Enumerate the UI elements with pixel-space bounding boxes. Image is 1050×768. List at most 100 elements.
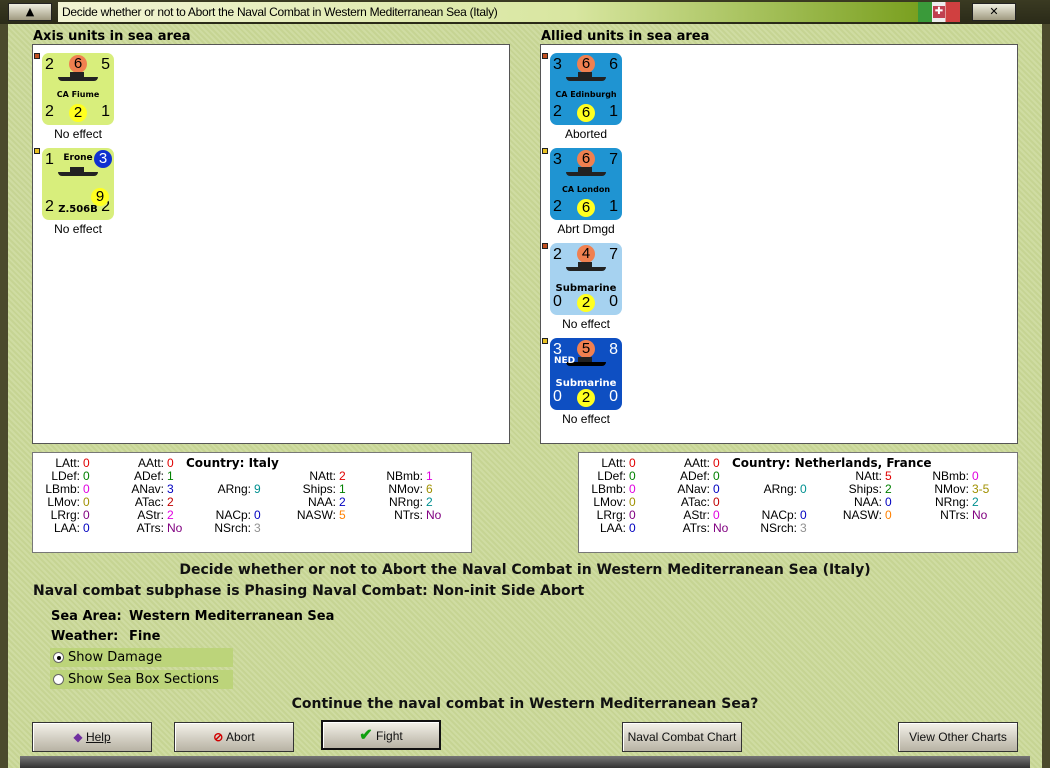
radio-icon [53, 674, 64, 685]
close-button[interactable]: ✕ [972, 3, 1016, 21]
unit-counter[interactable]: 3 7 2 1 6 6 CA London [550, 148, 622, 220]
stat-label: NAA: [853, 495, 882, 509]
unit-counter[interactable]: 2 5 2 1 6 2 CA Fiume [42, 53, 114, 125]
stat-item: ATrs: No [650, 521, 729, 535]
unit-marker-icon [542, 243, 548, 249]
counter-value-tl: 2 [45, 56, 54, 73]
stat-value: 3 [800, 521, 807, 535]
unit-counter-item[interactable]: 1 2 2 3 9 Z.506B Erone No effect [33, 148, 123, 236]
unit-counter[interactable]: 3 6 2 1 6 6 CA Edinburgh [550, 53, 622, 125]
stat-item: LAA: 0 [566, 521, 636, 535]
counter-value-br: 0 [609, 293, 618, 310]
stat-item: NAtt: 5 [822, 469, 891, 483]
stat-item: NRng: 2 [909, 495, 979, 509]
stat-item: LAtt: 0 [20, 456, 89, 470]
unit-name: Submarine [555, 378, 617, 389]
axis-header: Axis units in sea area [33, 29, 191, 44]
stat-item: NMov: 3-5 [909, 482, 989, 496]
unit-counter-item[interactable]: 3 7 2 1 6 6 CA London Abrt Dmgd [541, 148, 631, 236]
unit-counter-item[interactable]: 3 8 0 0 5 2 Submarine NED No effect [541, 338, 631, 426]
stat-label: ADef: [133, 469, 164, 483]
minimize-button[interactable]: ▲ [8, 3, 52, 21]
counter-value-br: 0 [609, 388, 618, 405]
stat-item: NTrs: No [909, 508, 987, 522]
counter-value-bl: 2 [553, 103, 562, 120]
stat-value: 0 [800, 482, 807, 496]
stat-value: 0 [254, 508, 261, 522]
stat-item: NASW: 0 [822, 508, 892, 522]
stat-item: NBmb: 1 [363, 469, 432, 483]
stat-item: AStr: 0 [650, 508, 719, 522]
unit-counter[interactable]: 1 2 2 3 9 Z.506B Erone [42, 148, 114, 220]
stat-value: 0 [629, 521, 636, 535]
stat-value: 0 [629, 456, 636, 470]
stat-label: LAA: [599, 521, 626, 535]
decision-heading: Decide whether or not to Abort the Naval… [179, 562, 871, 578]
stat-value: 2 [339, 495, 346, 509]
defense-circle: 2 [577, 294, 595, 312]
unit-counter-item[interactable]: 2 7 0 0 4 2 Submarine No effect [541, 243, 631, 331]
stat-item: ARng: 9 [191, 482, 261, 496]
stat-label: LDef: [51, 469, 80, 483]
stat-label: LBmb: [591, 482, 626, 496]
stat-value: 0 [83, 469, 90, 483]
show-damage-radio[interactable]: Show Damage [50, 648, 233, 667]
unit-counter-item[interactable]: 2 5 2 1 6 2 CA Fiume No effect [33, 53, 123, 141]
unit-counter-item[interactable]: 3 6 2 1 6 6 CA Edinburgh Aborted [541, 53, 631, 141]
stat-label: AStr: [137, 508, 164, 522]
subphase-text: Naval combat subphase is Phasing Naval C… [33, 583, 585, 599]
stat-item: AStr: 2 [104, 508, 174, 522]
stat-label: Ships: [848, 482, 882, 496]
country-label: Country: Netherlands, France [732, 456, 932, 470]
stat-value: 0 [885, 495, 892, 509]
stat-item: ADef: 0 [650, 469, 720, 483]
naval-combat-chart-button[interactable]: Naval Combat Chart [622, 722, 742, 752]
unit-marker-icon [34, 148, 40, 154]
stat-item: NAA: 0 [822, 495, 892, 509]
stat-item: ARng: 0 [737, 482, 807, 496]
view-other-charts-button[interactable]: View Other Charts [898, 722, 1018, 752]
show-sea-box-sections-radio[interactable]: Show Sea Box Sections [50, 670, 233, 689]
no-entry-icon: ⊘ [213, 730, 224, 744]
counter-value-tl: 3 [553, 151, 562, 168]
stat-label: NAtt: [855, 469, 882, 483]
stat-label: ANav: [131, 482, 164, 496]
stat-value: 0 [972, 469, 979, 483]
stat-item: LRrg: 0 [20, 508, 90, 522]
stat-value: 2 [885, 482, 892, 496]
stat-item: LDef: 0 [20, 469, 90, 483]
unit-status: No effect [54, 222, 102, 236]
defense-circle: 2 [577, 389, 595, 407]
stat-value: 0 [83, 482, 90, 496]
stat-value: 2 [339, 469, 346, 483]
stat-value: 3 [167, 482, 174, 496]
sea-area-label: Sea Area: [51, 609, 122, 624]
stat-value: 9 [254, 482, 261, 496]
unit-counter[interactable]: 3 8 0 0 5 2 Submarine NED [550, 338, 622, 410]
stat-item: LMov: 0 [20, 495, 89, 509]
stat-label: ATac: [680, 495, 710, 509]
unit-counter[interactable]: 2 7 0 0 4 2 Submarine [550, 243, 622, 315]
stat-value: 2 [167, 508, 174, 522]
counter-value-bl: 0 [553, 293, 562, 310]
abort-button[interactable]: ⊘ Abort [174, 722, 294, 752]
stat-value: 0 [713, 469, 720, 483]
stat-item: NBmb: 0 [909, 469, 979, 483]
weather-label: Weather: [51, 629, 119, 644]
fight-button[interactable]: ✔ Fight [321, 720, 441, 750]
stat-item: LAtt: 0 [566, 456, 636, 470]
fight-label: Fight [376, 729, 403, 743]
stat-label: NMov: [388, 482, 423, 496]
stat-item: NASW: 5 [276, 508, 346, 522]
allied-units-area: 3 6 2 1 6 6 CA Edinburgh Aborted 3 7 2 1 6 6 CA London… [540, 44, 1018, 444]
stat-item: ATac: 0 [650, 495, 720, 509]
stat-value: 0 [83, 521, 90, 535]
help-button[interactable]: ◆ Help [32, 722, 152, 752]
stat-label: ATrs: [136, 521, 164, 535]
unit-status: Abrt Dmgd [557, 222, 615, 236]
axis-units-area: 2 5 2 1 6 2 CA Fiume No effect 1 2 2 3 9 Z.506B Erone N… [32, 44, 510, 444]
stat-label: ANav: [677, 482, 710, 496]
counter-value-tr: 7 [609, 151, 618, 168]
stat-item: NACp: 0 [737, 508, 807, 522]
stat-item: ANav: 0 [650, 482, 719, 496]
